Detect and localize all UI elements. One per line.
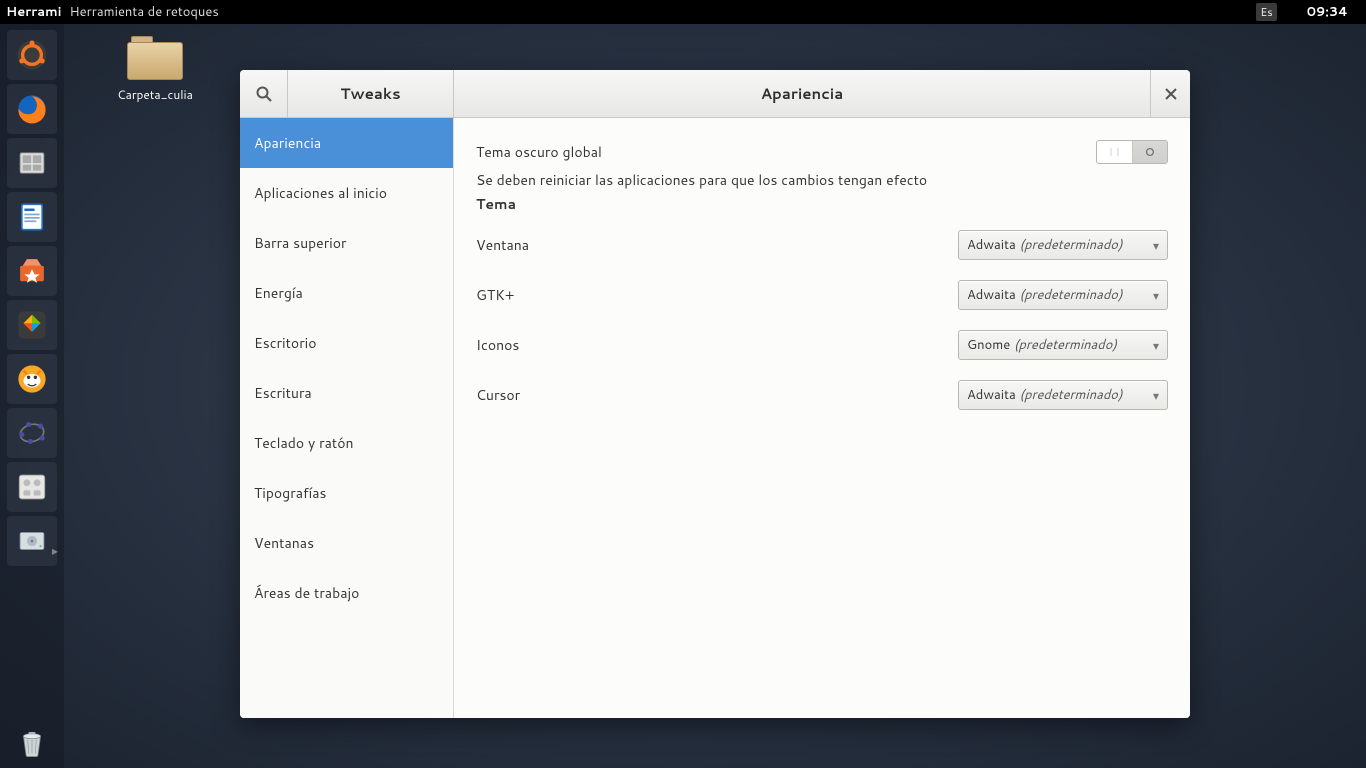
- chevron-down-icon: ▾: [1143, 387, 1159, 404]
- sidebar-item-barra-superior[interactable]: Barra superior: [240, 218, 453, 268]
- system-settings-icon[interactable]: [7, 462, 57, 512]
- window-title: Apariencia: [454, 70, 1150, 117]
- theme-label-gtk: GTK+: [476, 285, 656, 305]
- switch-on-glyph: I I: [1097, 141, 1133, 163]
- files-icon[interactable]: [7, 138, 57, 188]
- theme-combo-ventana[interactable]: Adwaita (predeterminado) ▾: [958, 230, 1168, 260]
- theme-row-gtk: GTK+ Adwaita (predeterminado) ▾: [476, 280, 1168, 310]
- keyboard-layout-indicator[interactable]: Es: [1256, 3, 1276, 21]
- sidebar-item-energia[interactable]: Energía: [240, 268, 453, 318]
- window-titlebar: Tweaks Apariencia: [240, 70, 1190, 118]
- winebox-icon[interactable]: [7, 300, 57, 350]
- trash-icon[interactable]: [7, 718, 57, 768]
- switch-off-glyph: O: [1133, 141, 1168, 163]
- sidebar-item-escritorio[interactable]: Escritorio: [240, 318, 453, 368]
- sidebar-item-tipografias[interactable]: Tipografías: [240, 468, 453, 518]
- writer-icon[interactable]: [7, 192, 57, 242]
- theme-label-iconos: Iconos: [476, 335, 656, 355]
- chevron-down-icon: ▾: [1143, 237, 1159, 254]
- sidebar-item-aplicaciones[interactable]: Aplicaciones al inicio: [240, 168, 453, 218]
- theme-label-cursor: Cursor: [476, 385, 656, 405]
- launcher: ▸: [0, 24, 64, 768]
- sidebar-item-ventanas[interactable]: Ventanas: [240, 518, 453, 568]
- content-pane: Tema oscuro global I I O Se deben reinic…: [454, 118, 1190, 718]
- dark-theme-hint: Se deben reiniciar las aplicaciones para…: [476, 170, 1168, 190]
- firefox-icon[interactable]: [7, 84, 57, 134]
- top-menubar: Herrami Herramienta de retoques Es 09:34: [0, 0, 1366, 24]
- theme-combo-iconos[interactable]: Gnome (predeterminado) ▾: [958, 330, 1168, 360]
- dark-theme-label: Tema oscuro global: [476, 142, 1096, 162]
- disk-icon[interactable]: [7, 516, 57, 566]
- theme-combo-cursor[interactable]: Adwaita (predeterminado) ▾: [958, 380, 1168, 410]
- sidebar-item-teclado[interactable]: Teclado y ratón: [240, 418, 453, 468]
- software-center-icon[interactable]: [7, 246, 57, 296]
- folder-icon: [127, 36, 183, 80]
- theme-row-cursor: Cursor Adwaita (predeterminado) ▾: [476, 380, 1168, 410]
- sidebar-item-areas[interactable]: Áreas de trabajo: [240, 568, 453, 618]
- theme-row-iconos: Iconos Gnome (predeterminado) ▾: [476, 330, 1168, 360]
- theme-row-ventana: Ventana Adwaita (predeterminado) ▾: [476, 230, 1168, 260]
- sidebar-title: Tweaks: [288, 70, 454, 117]
- search-button[interactable]: [240, 70, 288, 117]
- geogebra-icon[interactable]: [7, 408, 57, 458]
- search-icon: [255, 85, 273, 103]
- sidebar: Apariencia Aplicaciones al inicio Barra …: [240, 118, 454, 718]
- section-theme: Tema: [476, 194, 1168, 214]
- sidebar-item-escritura[interactable]: Escritura: [240, 368, 453, 418]
- chevron-down-icon: ▾: [1143, 287, 1159, 304]
- theme-combo-gtk[interactable]: Adwaita (predeterminado) ▾: [958, 280, 1168, 310]
- tweaks-window: Tweaks Apariencia Apariencia Aplicacione…: [240, 70, 1190, 718]
- menubar-app-short[interactable]: Herrami: [6, 3, 70, 21]
- menubar-clock[interactable]: 09:34: [1307, 3, 1348, 21]
- dark-theme-switch[interactable]: I I O: [1096, 140, 1168, 164]
- close-button[interactable]: [1150, 70, 1190, 117]
- menubar-app-title[interactable]: Herramienta de retoques: [70, 3, 219, 21]
- desktop-folder-label: Carpeta_culia: [110, 86, 200, 103]
- theme-label-ventana: Ventana: [476, 235, 656, 255]
- sidebar-item-apariencia[interactable]: Apariencia: [240, 118, 453, 168]
- chevron-down-icon: ▾: [1143, 337, 1159, 354]
- desktop-folder[interactable]: Carpeta_culia: [110, 36, 200, 103]
- dash-icon[interactable]: [7, 30, 57, 80]
- close-icon: [1165, 88, 1177, 100]
- scratch-icon[interactable]: [7, 354, 57, 404]
